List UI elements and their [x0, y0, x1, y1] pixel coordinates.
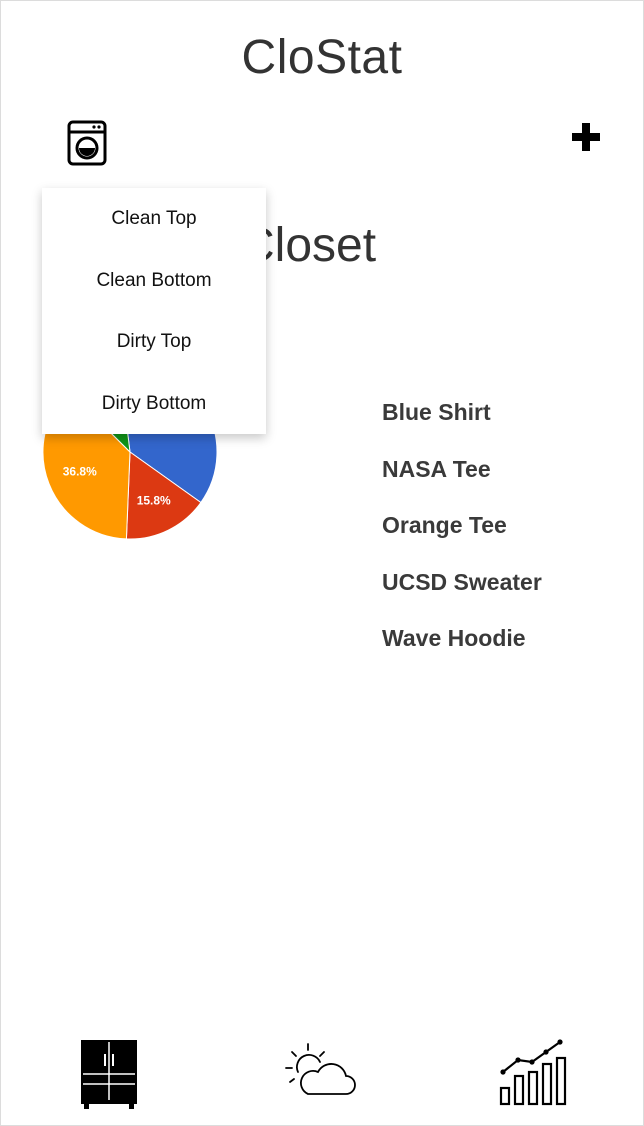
menu-item-clean-bottom[interactable]: Clean Bottom	[42, 250, 266, 312]
washing-machine-icon[interactable]	[67, 120, 107, 166]
plus-icon[interactable]	[570, 122, 602, 152]
list-item[interactable]: NASA Tee	[382, 453, 542, 510]
bottom-nav	[0, 1030, 644, 1120]
menu-item-dirty-bottom[interactable]: Dirty Bottom	[42, 373, 266, 435]
pie-slice-label: 36.8%	[63, 465, 97, 479]
weather-icon[interactable]	[284, 1030, 358, 1120]
closet-icon[interactable]	[80, 1030, 138, 1120]
pie-slice-label: 15.8%	[137, 493, 171, 507]
app-title: CloStat	[241, 31, 403, 84]
list-item[interactable]: UCSD Sweater	[382, 566, 542, 623]
list-item[interactable]: Blue Shirt	[382, 396, 542, 453]
app-frame	[0, 0, 644, 1126]
menu-item-dirty-top[interactable]: Dirty Top	[42, 311, 266, 373]
closet-item-list: Blue Shirt NASA Tee Orange Tee UCSD Swea…	[382, 396, 542, 679]
list-item[interactable]: Orange Tee	[382, 509, 542, 566]
list-item[interactable]: Wave Hoodie	[382, 622, 542, 679]
menu-item-clean-top[interactable]: Clean Top	[42, 188, 266, 250]
stats-icon[interactable]	[498, 1030, 570, 1120]
laundry-dropdown-menu: Clean Top Clean Bottom Dirty Top Dirty B…	[42, 188, 266, 434]
